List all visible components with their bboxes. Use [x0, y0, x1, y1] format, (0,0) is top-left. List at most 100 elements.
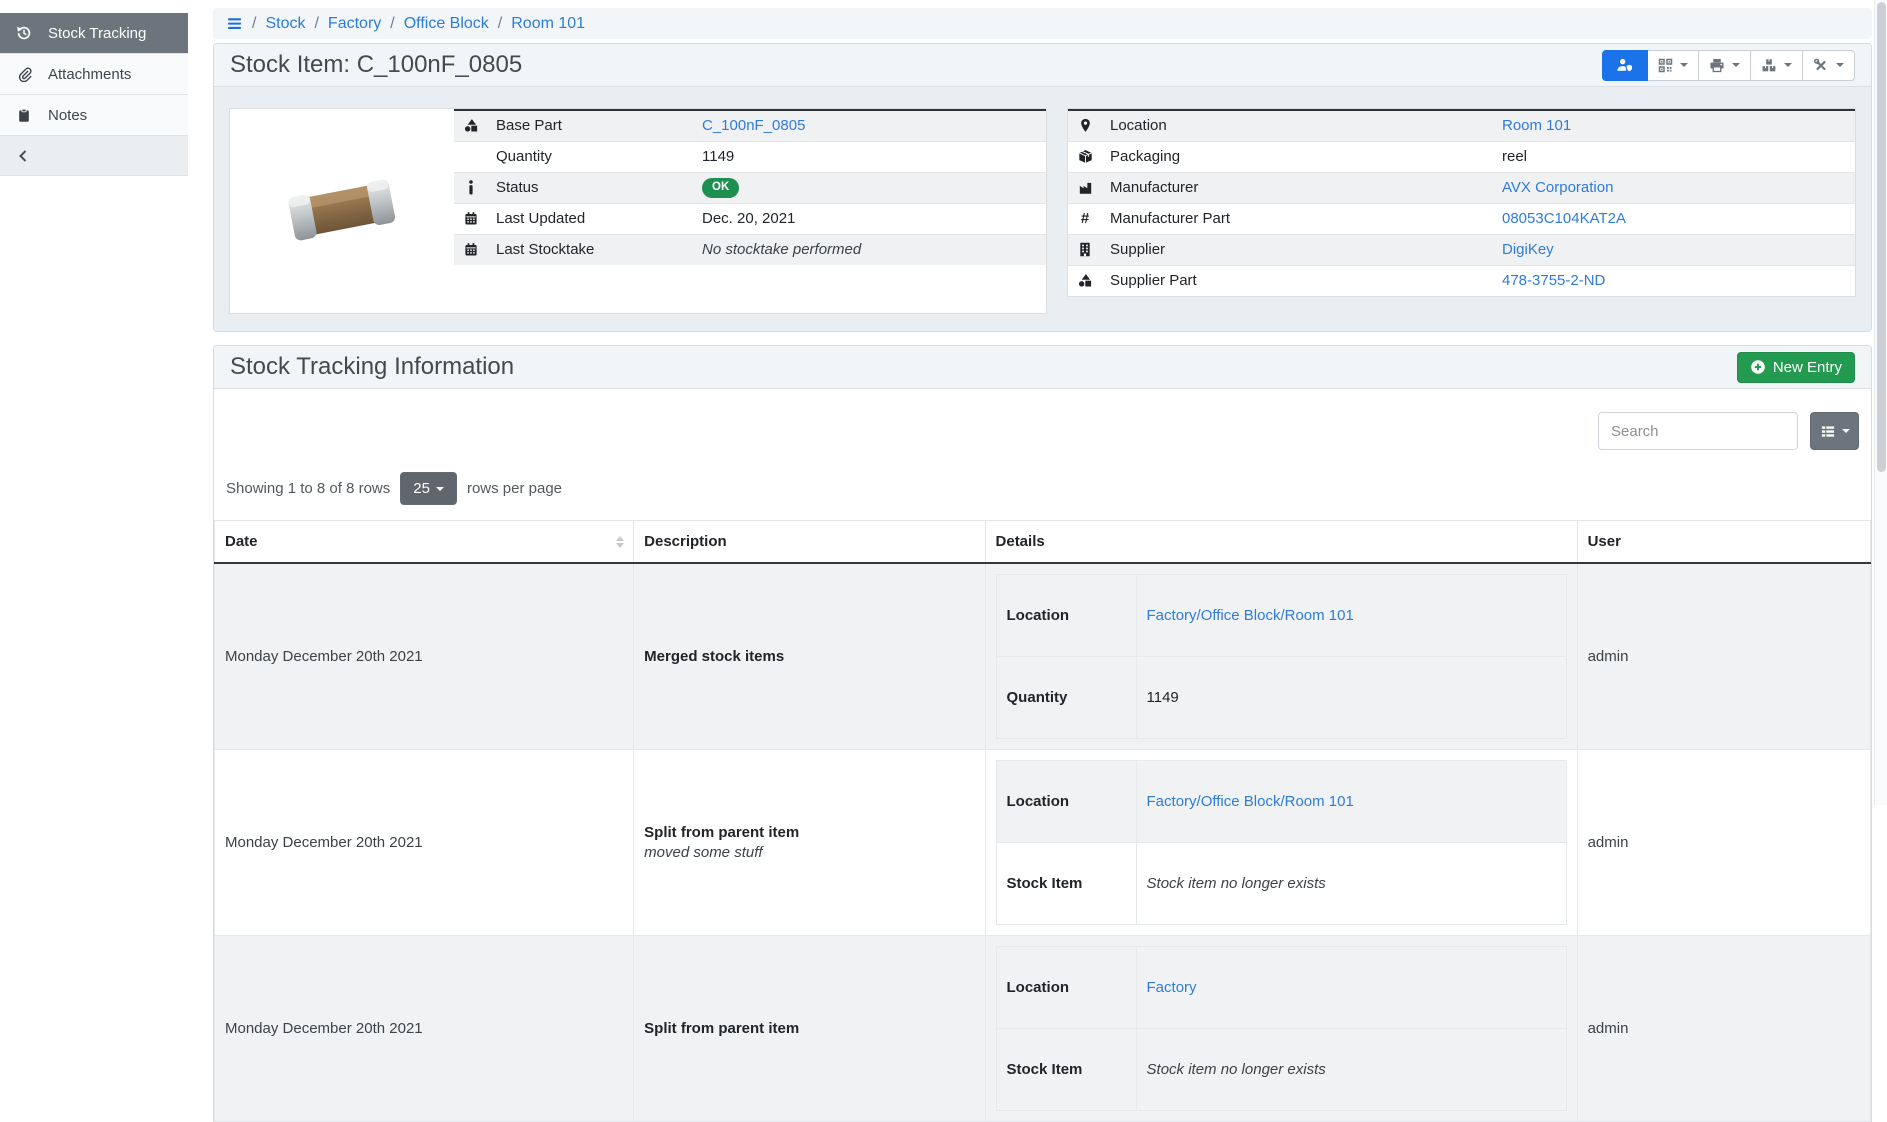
shapes-icon: [462, 118, 480, 133]
manufacturer-part-link[interactable]: 08053C104KAT2A: [1502, 210, 1626, 227]
sort-icon[interactable]: [616, 536, 624, 548]
entry-details-table: Location Factory/Office Block/Room 101 S…: [996, 760, 1567, 925]
detail-label: Supplier: [1102, 234, 1494, 265]
sidebar-collapse-button[interactable]: [0, 136, 188, 176]
tools-icon: [1813, 58, 1829, 73]
breadcrumb-link-office-block[interactable]: Office Block: [404, 15, 489, 33]
building-icon: [1076, 242, 1094, 257]
table-row: Monday December 20th 2021 Merged stock i…: [215, 563, 1871, 750]
entry-user: admin: [1577, 563, 1870, 750]
caret-down-icon: [436, 487, 444, 491]
breadcrumb-separator: /: [252, 15, 256, 33]
table-row: Quantity 1149: [454, 141, 1046, 172]
barcode-actions-button[interactable]: [1647, 50, 1699, 81]
supplier-link[interactable]: DigiKey: [1502, 241, 1554, 258]
detail-label: Manufacturer: [1102, 172, 1494, 203]
detail-location-link[interactable]: Factory/Office Block/Room 101: [1147, 607, 1354, 624]
detail-label: Location: [996, 947, 1136, 1029]
table-row: Supplier Part 478-3755-2-ND: [1068, 265, 1855, 296]
detail-location-link[interactable]: Factory/Office Block/Room 101: [1147, 793, 1354, 810]
test-report-button[interactable]: [1602, 50, 1648, 81]
stock-item-location-card: Location Room 101 Packaging reel Manufac…: [1067, 108, 1856, 297]
list-icon: [1820, 424, 1836, 439]
breadcrumb-link-factory[interactable]: Factory: [328, 15, 381, 33]
column-header-user: User: [1577, 521, 1870, 564]
last-updated-value: Dec. 20, 2021: [694, 203, 1046, 234]
table-row: Base Part C_100nF_0805: [454, 110, 1046, 141]
entry-user: admin: [1577, 750, 1870, 936]
detail-location-link[interactable]: Factory: [1147, 979, 1197, 996]
table-row: Status OK: [454, 172, 1046, 203]
clipboard-icon: [15, 108, 33, 123]
detail-value: Stock item no longer exists: [1147, 1061, 1326, 1078]
breadcrumb-separator: /: [314, 15, 318, 33]
detail-label: Last Stocktake: [488, 234, 694, 265]
table-row: Last Updated Dec. 20, 2021: [454, 203, 1046, 234]
caret-down-icon: [1842, 429, 1850, 433]
entry-date: Monday December 20th 2021: [215, 750, 634, 936]
detail-value: Stock item no longer exists: [1147, 875, 1326, 892]
tracking-panel-title: Stock Tracking Information: [230, 353, 514, 381]
printer-icon: [1709, 58, 1725, 73]
capacitor-image: [283, 169, 401, 253]
base-part-link[interactable]: C_100nF_0805: [702, 117, 805, 134]
print-actions-button[interactable]: [1698, 50, 1751, 81]
breadcrumb-link-room-101[interactable]: Room 101: [511, 15, 585, 33]
stock-tracking-panel: Stock Tracking Information New Entry: [213, 345, 1872, 1122]
entry-user: admin: [1577, 936, 1870, 1122]
location-link[interactable]: Room 101: [1502, 117, 1571, 134]
sidebar-item-label: Notes: [48, 107, 87, 124]
hashtag-icon: #: [1081, 210, 1089, 227]
breadcrumb: / Stock / Factory / Office Block / Room …: [213, 8, 1872, 39]
stock-item-settings-button[interactable]: [1802, 50, 1855, 81]
plus-circle-icon: [1750, 359, 1766, 375]
boxes-icon: [1761, 58, 1777, 73]
column-header-date[interactable]: Date: [215, 521, 634, 564]
manufacturer-link[interactable]: AVX Corporation: [1502, 179, 1613, 196]
detail-label: Last Updated: [488, 203, 694, 234]
search-input[interactable]: [1598, 412, 1798, 450]
qrcode-icon: [1658, 58, 1673, 73]
tracking-table: Date Description Details User Monday Dec…: [214, 520, 1871, 1122]
menu-icon[interactable]: [226, 16, 243, 31]
caret-down-icon: [1732, 63, 1740, 67]
column-header-description: Description: [634, 521, 985, 564]
table-row: Monday December 20th 2021 Split from par…: [215, 936, 1871, 1122]
breadcrumb-separator: /: [390, 15, 394, 33]
column-header-details: Details: [985, 521, 1577, 564]
stock-item-details-card: Base Part C_100nF_0805 Quantity 1149 Sta…: [229, 108, 1047, 314]
stock-actions-button[interactable]: [1750, 50, 1803, 81]
breadcrumb-link-stock[interactable]: Stock: [265, 15, 305, 33]
part-thumbnail[interactable]: [230, 109, 454, 313]
sidebar-item-attachments[interactable]: Attachments: [0, 54, 188, 95]
calendar-icon: [462, 242, 480, 257]
new-entry-button[interactable]: New Entry: [1737, 352, 1855, 383]
table-columns-button[interactable]: [1810, 412, 1859, 450]
caret-down-icon: [1836, 63, 1844, 67]
detail-label: Quantity: [488, 141, 694, 172]
table-row: Packaging reel: [1068, 141, 1855, 172]
stock-item-location-table: Location Room 101 Packaging reel Manufac…: [1068, 109, 1855, 296]
user-shield-icon: [1616, 57, 1634, 73]
shapes-icon: [1076, 273, 1094, 288]
supplier-part-link[interactable]: 478-3755-2-ND: [1502, 272, 1605, 289]
showing-rows-text: Showing 1 to 8 of 8 rows: [226, 480, 390, 497]
page-title: Stock Item: C_100nF_0805: [230, 51, 522, 79]
entry-date: Monday December 20th 2021: [215, 936, 634, 1122]
history-icon: [15, 25, 33, 41]
page-size-select[interactable]: 25: [400, 472, 457, 505]
page-scrollbar[interactable]: [1874, 0, 1887, 805]
caret-down-icon: [1784, 63, 1792, 67]
scrollbar-thumb[interactable]: [1877, 2, 1886, 472]
detail-label: Location: [996, 761, 1136, 843]
detail-label: Base Part: [488, 110, 694, 141]
detail-label: Manufacturer Part: [1102, 203, 1494, 234]
table-row: Monday December 20th 2021 Split from par…: [215, 750, 1871, 936]
quantity-value: 1149: [694, 141, 1046, 172]
detail-label: Status: [488, 172, 694, 203]
sidebar-item-stock-tracking[interactable]: Stock Tracking: [0, 13, 188, 54]
detail-label: Location: [996, 575, 1136, 657]
sidebar-item-notes[interactable]: Notes: [0, 95, 188, 136]
chevron-left-icon: [17, 149, 29, 163]
table-row: Supplier DigiKey: [1068, 234, 1855, 265]
